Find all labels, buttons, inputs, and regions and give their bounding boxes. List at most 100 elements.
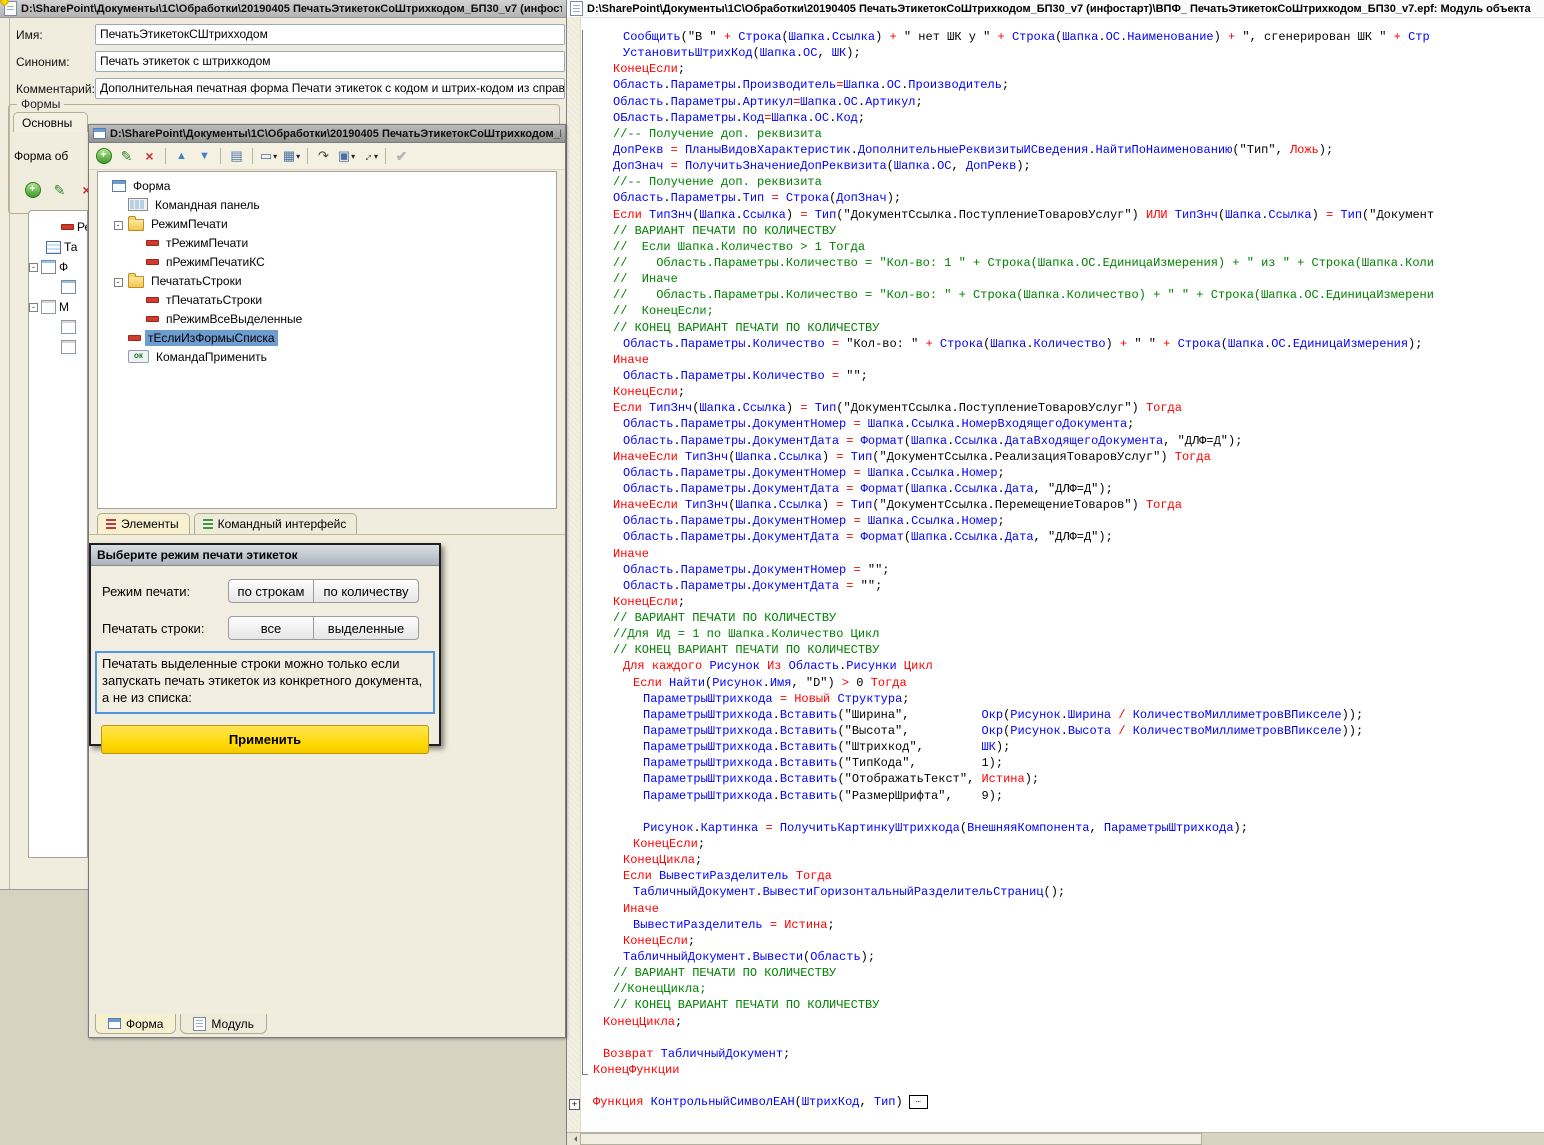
code-line[interactable]: //Для Ид = 1 по Шапка.Количество Цикл — [581, 627, 1544, 643]
form-tree-item[interactable]: -ПечататьСтроки — [100, 271, 554, 290]
code-line[interactable]: ПараметрыШтрихкода.Вставить("РазмерШрифт… — [581, 789, 1544, 805]
properties-window-titlebar[interactable]: D:\SharePoint\Документы\1С\Обработки\201… — [0, 0, 566, 18]
collapse-toggle-icon[interactable]: - — [29, 263, 38, 272]
metadata-tree-item[interactable]: -М — [29, 297, 87, 317]
code-line[interactable]: ПараметрыШтрихкода = Новый Структура; — [581, 692, 1544, 708]
code-line[interactable]: ПараметрыШтрихкода.Вставить("ТипКода", 1… — [581, 756, 1544, 772]
form-tree-item[interactable]: Командная панель — [100, 195, 554, 214]
form-tree-item[interactable]: пРежимВсеВыделенные — [100, 309, 554, 328]
code-line[interactable]: Если ВывестиРазделитель Тогда — [581, 869, 1544, 885]
code-line[interactable]: УстановитьШтрихКод(Шапка.ОС, ШК); — [581, 46, 1544, 62]
code-line[interactable]: // Область.Параметры.Количество = "Кол-в… — [581, 256, 1544, 272]
resize-window-button[interactable]: ▣▾ — [336, 146, 357, 166]
code-line[interactable]: Для каждого Рисунок Из Область.Рисунки Ц… — [581, 659, 1544, 675]
code-line[interactable]: Иначе — [581, 547, 1544, 563]
code-line[interactable]: // ВАРИАНТ ПЕЧАТИ ПО КОЛИЧЕСТВУ — [581, 611, 1544, 627]
dropdown-caret-icon[interactable]: ▾ — [273, 152, 277, 161]
code-line[interactable]: ПараметрыШтрихкода.Вставить("Ширина", Ок… — [581, 708, 1544, 724]
form-tree-item[interactable]: пРежимПечатиКС — [100, 252, 554, 271]
code-line[interactable]: // Область.Параметры.Количество = "Кол-в… — [581, 288, 1544, 304]
code-line[interactable]: Иначе — [581, 902, 1544, 918]
code-line[interactable]: Если Найти(Рисунок.Имя, "D") > 0 Тогда — [581, 676, 1544, 692]
scroll-left-arrow-icon[interactable] — [567, 1133, 581, 1145]
dropdown-caret-icon[interactable]: ▾ — [351, 152, 355, 161]
name-input[interactable]: ПечатьЭтикетокСШтрихходом — [95, 24, 565, 45]
form-tree-item[interactable]: тРежимПечати — [100, 233, 554, 252]
code-line[interactable]: КонецЕсли; — [581, 934, 1544, 950]
code-line[interactable]: Возврат ТабличныйДокумент; — [581, 1047, 1544, 1063]
delete-button[interactable]: × — [139, 146, 160, 166]
toggle-button[interactable]: все — [228, 616, 314, 640]
code-line[interactable]: Область.Параметры.Тип = Строка(ДопЗнач); — [581, 191, 1544, 207]
code-line[interactable]: ТабличныйДокумент.ВывестиГоризонтальныйР… — [581, 885, 1544, 901]
code-line[interactable]: Область.Параметры.ДокументНомер = Шапка.… — [581, 466, 1544, 482]
tab-module[interactable]: Модуль — [180, 1014, 267, 1034]
collapse-toggle-icon[interactable]: - — [114, 278, 123, 287]
metadata-tree-item[interactable]: Та — [29, 237, 87, 257]
tab-main-forms[interactable]: Основны — [13, 112, 88, 132]
code-line[interactable]: Область.Параметры.Артикул=Шапка.ОС.Артик… — [581, 95, 1544, 111]
apply-button[interactable]: Применить — [101, 725, 429, 754]
code-line[interactable]: // КОНЕЦ ВАРИАНТ ПЕЧАТИ ПО КОЛИЧЕСТВУ — [581, 643, 1544, 659]
code-line[interactable]: ИначеЕсли ТипЗнч(Шапка.Ссылка) = Тип("До… — [581, 450, 1544, 466]
fold-expand-icon[interactable]: + — [569, 1099, 580, 1110]
form-tree-item[interactable]: Форма — [100, 176, 554, 195]
code-line[interactable]: ПараметрыШтрихкода.Вставить("ОтображатьТ… — [581, 772, 1544, 788]
code-line[interactable]: //-- Получение доп. реквизита — [581, 175, 1544, 191]
code-line[interactable]: // ВАРИАНТ ПЕЧАТИ ПО КОЛИЧЕСТВУ — [581, 224, 1544, 240]
form-tree-item[interactable]: тПечататьСтроки — [100, 290, 554, 309]
toggle-button[interactable]: по строкам — [228, 579, 314, 603]
edit-button[interactable]: ✎ — [49, 180, 70, 200]
metadata-tree-item[interactable] — [29, 317, 87, 337]
scrollbar-thumb[interactable] — [580, 1133, 1202, 1145]
add-button[interactable]: + — [93, 146, 114, 166]
properties-button[interactable]: ▤ — [226, 146, 247, 166]
code-line[interactable]: // Иначе — [581, 272, 1544, 288]
metadata-tree-item[interactable]: -Ф — [29, 257, 87, 277]
code-line[interactable]: // ВАРИАНТ ПЕЧАТИ ПО КОЛИЧЕСТВУ — [581, 966, 1544, 982]
code-fold-margin[interactable] — [567, 17, 581, 1133]
scale-arrow-button[interactable]: ↔▾ — [359, 146, 380, 166]
collapse-toggle-icon[interactable]: - — [29, 303, 38, 312]
code-line[interactable]: ПараметрыШтрихкода.Вставить("Штрихкод", … — [581, 740, 1544, 756]
horizontal-scrollbar[interactable] — [567, 1132, 1544, 1145]
layout-mode-button[interactable]: ▦▾ — [281, 146, 302, 166]
code-line[interactable]: КонецФункции — [581, 1063, 1544, 1079]
tab-elements[interactable]: Элементы — [97, 513, 190, 534]
code-line[interactable]: КонецЕсли; — [581, 837, 1544, 853]
screen-mode-button[interactable]: ▭▾ — [258, 146, 279, 166]
code-line[interactable]: КонецЕсли; — [581, 385, 1544, 401]
dropdown-caret-icon[interactable]: ▾ — [296, 152, 300, 161]
code-line[interactable]: КонецЦикла; — [581, 853, 1544, 869]
code-line[interactable]: Сообщить("В " + Строка(Шапка.Ссылка) + "… — [581, 30, 1544, 46]
code-line[interactable]: Область.Параметры.ДокументДата = Формат(… — [581, 434, 1544, 450]
swap-arrows-button[interactable]: ↷ — [313, 146, 334, 166]
form-tree-item[interactable]: -РежимПечати — [100, 214, 554, 233]
comment-input[interactable]: Дополнительная печатная форма Печати эти… — [95, 78, 565, 99]
code-line[interactable]: ИначеЕсли ТипЗнч(Шапка.Ссылка) = Тип("До… — [581, 498, 1544, 514]
code-line[interactable]: // Если Шапка.Количество > 1 Тогда — [581, 240, 1544, 256]
code-line[interactable]: Если ТипЗнч(Шапка.Ссылка) = Тип("Докумен… — [581, 208, 1544, 224]
metadata-tree-item[interactable] — [29, 277, 87, 297]
move-up-button[interactable]: ▲ — [171, 146, 192, 166]
code-window-titlebar[interactable]: D:\SharePoint\Документы\1С\Обработки\201… — [567, 0, 1544, 18]
check-button[interactable]: ✔ — [391, 146, 412, 166]
synonym-input[interactable]: Печать этикеток с штрихкодом — [95, 51, 565, 72]
code-editor-content[interactable]: Сообщить("В " + Строка(Шапка.Ссылка) + "… — [581, 30, 1544, 1133]
code-line[interactable]: ПараметрыШтрихкода.Вставить("Высота", Ок… — [581, 724, 1544, 740]
code-line[interactable]: ОБласть.Параметры.Код=Шапка.ОС.Код; — [581, 111, 1544, 127]
collapsed-code-ellipsis[interactable]: … — [909, 1095, 928, 1109]
move-down-button[interactable]: ▼ — [194, 146, 215, 166]
code-line[interactable]: Область.Параметры.ДокументНомер = Шапка.… — [581, 417, 1544, 433]
code-line[interactable]: КонецЦикла; — [581, 1015, 1544, 1031]
code-line[interactable]: ВывестиРазделитель = Истина; — [581, 918, 1544, 934]
code-line[interactable] — [581, 805, 1544, 821]
code-line[interactable]: Область.Параметры.ДокументДата = ""; — [581, 579, 1544, 595]
code-line[interactable]: Область.Параметры.ДокументДата = Формат(… — [581, 530, 1544, 546]
form-tree-item[interactable]: окКомандаПрименить — [100, 347, 554, 366]
code-line[interactable]: Область.Параметры.Количество = "Кол-во: … — [581, 337, 1544, 353]
code-line[interactable]: Рисунок.Картинка = ПолучитьКартинкуШтрих… — [581, 821, 1544, 837]
designer-titlebar[interactable]: D:\SharePoint\Документы\1С\Обработки\201… — [89, 125, 565, 143]
code-line[interactable]: //-- Получение доп. реквизита — [581, 127, 1544, 143]
add-button[interactable]: + — [22, 180, 43, 200]
